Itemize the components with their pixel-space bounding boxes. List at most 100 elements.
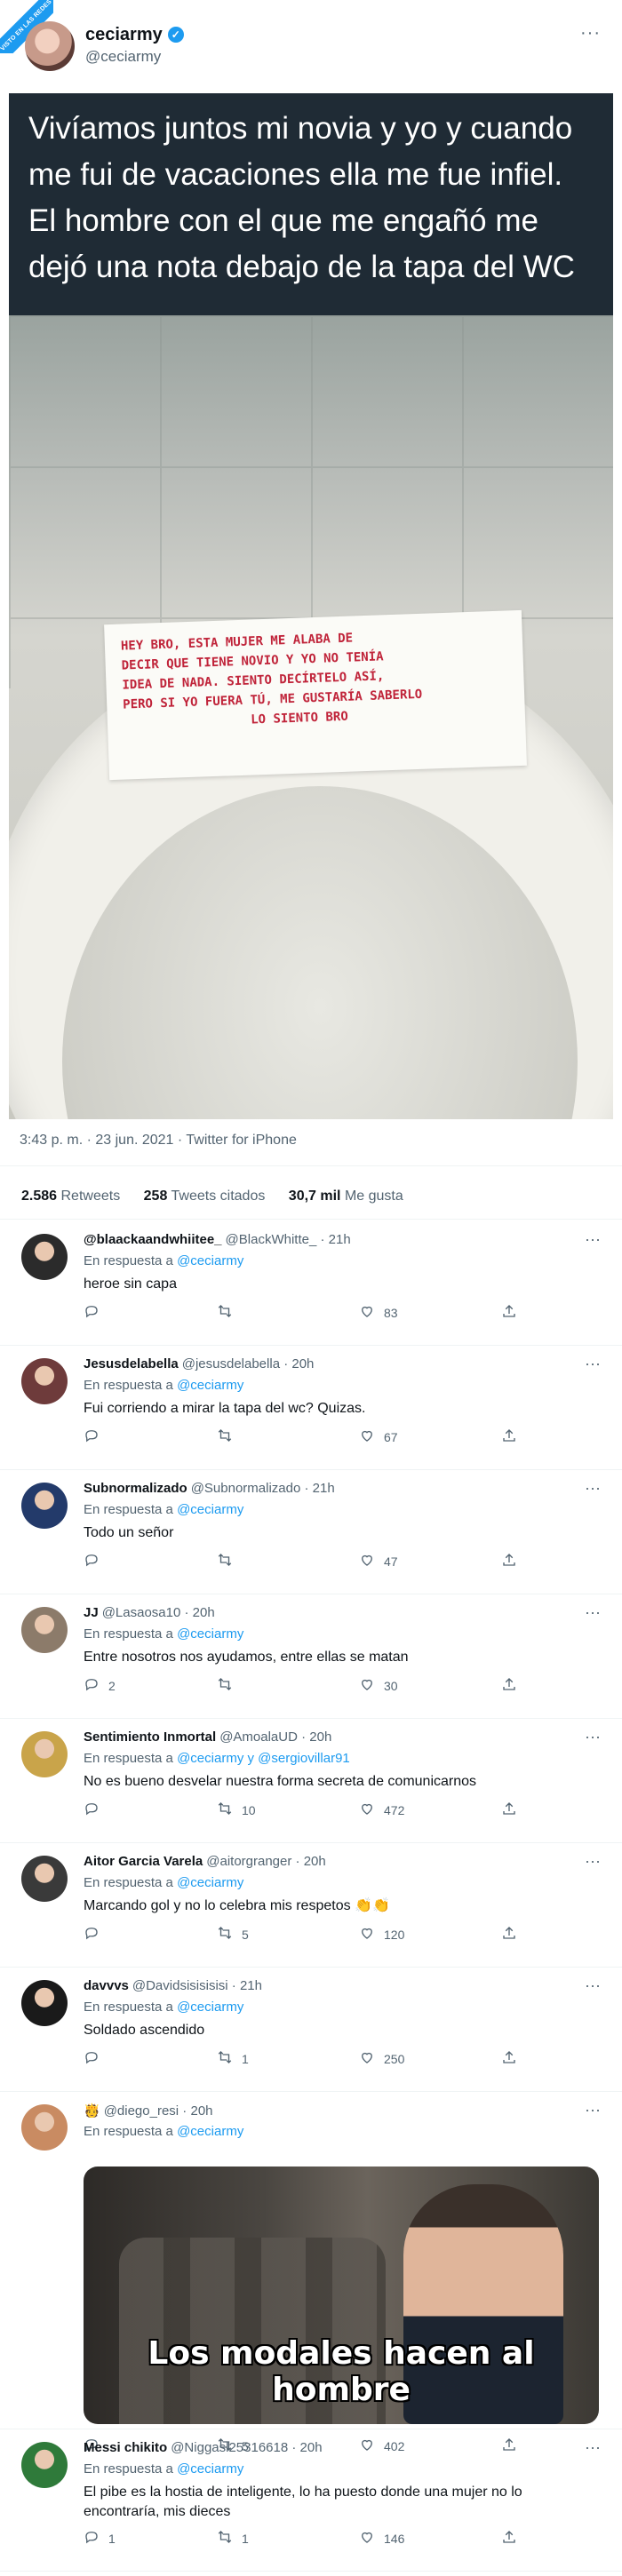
share-button[interactable] bbox=[501, 1676, 517, 1695]
reply-button[interactable]: 2 bbox=[84, 1676, 116, 1695]
reply-author-handle[interactable]: @Niggasl25316618 bbox=[171, 2440, 288, 2455]
reply-author-handle[interactable]: @aitorgranger bbox=[206, 1854, 291, 1869]
retweet-button[interactable]: 1 bbox=[217, 2049, 249, 2068]
reply-author-handle[interactable]: @AmoalaUD bbox=[219, 1729, 298, 1745]
retweet-button[interactable]: 1 bbox=[217, 2529, 249, 2548]
reply-mention-link[interactable]: @ceciarmy bbox=[177, 1875, 243, 1890]
reply-button[interactable] bbox=[84, 1427, 108, 1446]
reply-time[interactable]: 20h bbox=[304, 1854, 326, 1869]
reply-author-name[interactable]: davvvs bbox=[84, 1978, 129, 1993]
reply-tweet[interactable]: davvvs @Davidsisisisisi · 21h ··· En respue… bbox=[0, 1968, 622, 2092]
reply-tweet[interactable]: @blaackaandwhiitee_ @BlackWhitte_ · 21h ··… bbox=[0, 1221, 622, 1346]
reply-tweet[interactable]: Aitor Garcia Varela @aitorgranger · 20h ··… bbox=[0, 1843, 622, 1968]
reply-button[interactable] bbox=[84, 1552, 108, 1570]
retweet-button[interactable] bbox=[217, 1676, 242, 1695]
retweet-button[interactable]: 10 bbox=[217, 1801, 256, 1819]
share-button[interactable] bbox=[501, 2049, 517, 2068]
share-button[interactable] bbox=[501, 1427, 517, 1446]
like-button[interactable]: 30 bbox=[359, 1676, 398, 1695]
reply-button[interactable]: 1 bbox=[84, 2529, 116, 2548]
retweet-button[interactable]: 5 bbox=[217, 1925, 249, 1944]
like-button[interactable]: 83 bbox=[359, 1303, 398, 1322]
reply-author-handle[interactable]: @diego_resi bbox=[104, 2103, 179, 2119]
reply-author-name[interactable]: @blaackaandwhiitee_ bbox=[84, 1232, 222, 1247]
author-name[interactable]: ceciarmy ✓ bbox=[85, 25, 184, 45]
reply-mention-link[interactable]: @ceciarmy bbox=[177, 1626, 243, 1642]
like-button[interactable]: 120 bbox=[359, 1925, 404, 1944]
reply-tweet[interactable]: Jesusdelabella @jesusdelabella · 20h ··· En… bbox=[0, 1346, 622, 1470]
reply-button[interactable] bbox=[84, 1925, 108, 1944]
reply-time[interactable]: 21h bbox=[313, 1481, 335, 1496]
like-button[interactable]: 47 bbox=[359, 1552, 398, 1570]
reply-gif[interactable]: Los modales hacen al hombre bbox=[84, 2167, 599, 2424]
reply-author-name[interactable]: 🫅 bbox=[84, 2103, 100, 2119]
author-handle[interactable]: @ceciarmy bbox=[85, 48, 161, 66]
more-options-icon[interactable]: ··· bbox=[580, 23, 601, 44]
reply-avatar[interactable] bbox=[21, 1358, 68, 1404]
reply-time[interactable]: 20h bbox=[309, 1729, 331, 1745]
reply-author-name[interactable]: Subnormalizado bbox=[84, 1481, 187, 1496]
share-button[interactable] bbox=[501, 1303, 517, 1322]
reply-avatar[interactable] bbox=[21, 1483, 68, 1529]
reply-author-name[interactable]: Sentimiento Inmortal bbox=[84, 1729, 216, 1745]
reply-mention-link[interactable]: @ceciarmy bbox=[177, 2000, 243, 2015]
more-options-icon[interactable]: ··· bbox=[585, 1603, 601, 1622]
quotes-count[interactable]: 258 bbox=[144, 1189, 168, 1204]
tweet-timestamp[interactable]: 3:43 p. m. · 23 jun. 2021 · Twitter for … bbox=[20, 1133, 297, 1149]
reply-time[interactable]: 20h bbox=[291, 1356, 314, 1371]
more-options-icon[interactable]: ··· bbox=[585, 1728, 601, 1746]
reply-time[interactable]: 21h bbox=[240, 1978, 262, 1993]
more-options-icon[interactable]: ··· bbox=[585, 1230, 601, 1249]
reply-mention-link[interactable]: @ceciarmy bbox=[177, 1502, 243, 1517]
reply-avatar[interactable] bbox=[21, 2104, 68, 2151]
reply-time[interactable]: 20h bbox=[190, 2103, 212, 2119]
reply-tweet[interactable]: 🫅 @diego_resi · 20h ··· En respuesta a @cec… bbox=[0, 2092, 622, 2453]
more-options-icon[interactable]: ··· bbox=[585, 1852, 601, 1871]
reply-avatar[interactable] bbox=[21, 1980, 68, 2026]
reply-author-handle[interactable]: @jesusdelabella bbox=[182, 1356, 280, 1371]
more-options-icon[interactable]: ··· bbox=[585, 2101, 601, 2119]
more-options-icon[interactable]: ··· bbox=[585, 1976, 601, 1995]
reply-mention-link[interactable]: @ceciarmy bbox=[177, 2124, 243, 2139]
reply-mention-link[interactable]: @ceciarmy bbox=[177, 2461, 243, 2477]
reply-author-name[interactable]: Jesusdelabella bbox=[84, 1356, 179, 1371]
reply-button[interactable] bbox=[84, 1303, 108, 1322]
more-options-icon[interactable]: ··· bbox=[585, 1355, 601, 1373]
reply-avatar[interactable] bbox=[21, 1856, 68, 1902]
reply-avatar[interactable] bbox=[21, 2442, 68, 2488]
reply-avatar[interactable] bbox=[21, 1607, 68, 1653]
retweet-button[interactable] bbox=[217, 1303, 242, 1322]
reply-button[interactable] bbox=[84, 2049, 108, 2068]
likes-count[interactable]: 30,7 mil bbox=[289, 1189, 341, 1204]
retweet-button[interactable] bbox=[217, 1552, 242, 1570]
reply-time[interactable]: 20h bbox=[300, 2440, 323, 2455]
reply-avatar[interactable] bbox=[21, 1731, 68, 1777]
reply-avatar[interactable] bbox=[21, 1234, 68, 1280]
reply-tweet[interactable]: JJ @Lasaosa10 · 20h ··· En respuesta a @cec… bbox=[0, 1594, 622, 1719]
toilet-photo[interactable]: HEY BRO, ESTA MUJER ME ALABA DE DECIR QU… bbox=[9, 315, 613, 1119]
reply-author-name[interactable]: Messi chikito bbox=[84, 2440, 167, 2455]
share-button[interactable] bbox=[501, 2529, 517, 2548]
reply-tweet[interactable]: Messi chikito @Niggasl25316618 · 20h ··· En… bbox=[0, 2429, 622, 2572]
reply-tweet[interactable]: Subnormalizado @Subnormalizado · 21h ··· En… bbox=[0, 1470, 622, 1594]
reply-author-handle[interactable]: @Davidsisisisisi bbox=[132, 1978, 228, 1993]
author-avatar[interactable] bbox=[25, 21, 75, 71]
like-button[interactable]: 67 bbox=[359, 1427, 398, 1446]
reply-author-name[interactable]: JJ bbox=[84, 1605, 99, 1620]
reply-mention-link[interactable]: @ceciarmy y @sergiovillar91 bbox=[177, 1751, 350, 1766]
reply-time[interactable]: 21h bbox=[329, 1232, 351, 1247]
share-button[interactable] bbox=[501, 1552, 517, 1570]
like-button[interactable]: 146 bbox=[359, 2529, 404, 2548]
retweet-button[interactable] bbox=[217, 1427, 242, 1446]
reply-author-handle[interactable]: @BlackWhitte_ bbox=[226, 1232, 317, 1247]
more-options-icon[interactable]: ··· bbox=[585, 2438, 601, 2457]
share-button[interactable] bbox=[501, 1925, 517, 1944]
reply-tweet[interactable]: Sentimiento Inmortal @AmoalaUD · 20h ··· En… bbox=[0, 1719, 622, 1843]
more-options-icon[interactable]: ··· bbox=[585, 1479, 601, 1498]
reply-mention-link[interactable]: @ceciarmy bbox=[177, 1378, 243, 1393]
reply-author-name[interactable]: Aitor Garcia Varela bbox=[84, 1854, 203, 1869]
reply-button[interactable] bbox=[84, 1801, 108, 1819]
like-button[interactable]: 472 bbox=[359, 1801, 404, 1819]
retweets-count[interactable]: 2.586 bbox=[21, 1189, 57, 1204]
reply-author-handle[interactable]: @Subnormalizado bbox=[191, 1481, 301, 1496]
